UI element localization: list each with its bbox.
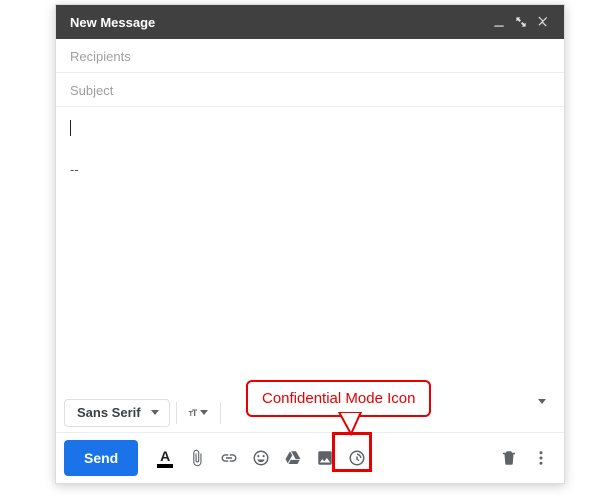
bottom-toolbar: Send A xyxy=(56,433,564,483)
link-icon xyxy=(220,449,238,467)
chevron-down-icon xyxy=(200,410,208,415)
window-title: New Message xyxy=(70,15,155,30)
message-body[interactable]: -- xyxy=(56,107,564,393)
trash-icon xyxy=(500,449,518,467)
image-icon xyxy=(316,449,334,467)
more-options-button[interactable] xyxy=(526,443,556,473)
minimize-icon xyxy=(492,15,506,29)
more-formatting-button[interactable] xyxy=(528,404,556,422)
close-button[interactable] xyxy=(532,11,554,33)
divider xyxy=(220,402,221,424)
text-color-icon: A xyxy=(157,449,173,468)
font-family-label: Sans Serif xyxy=(77,405,141,420)
text-color-button[interactable]: A xyxy=(150,443,180,473)
text-cursor xyxy=(70,120,71,136)
send-label: Send xyxy=(84,450,118,466)
insert-emoji-button[interactable] xyxy=(246,443,276,473)
drive-icon xyxy=(284,449,302,467)
chevron-down-icon xyxy=(151,410,159,415)
compose-window: New Message Recipients Subject -- Sans S… xyxy=(55,4,565,484)
titlebar: New Message xyxy=(56,5,564,39)
subject-field[interactable]: Subject xyxy=(56,73,564,107)
font-family-select[interactable]: Sans Serif xyxy=(64,399,170,427)
recipients-placeholder: Recipients xyxy=(70,49,131,64)
discard-draft-button[interactable] xyxy=(494,443,524,473)
subject-placeholder: Subject xyxy=(70,83,113,98)
close-icon xyxy=(536,15,550,29)
fullscreen-button[interactable] xyxy=(510,11,532,33)
insert-link-button[interactable] xyxy=(214,443,244,473)
divider xyxy=(176,402,177,424)
send-button[interactable]: Send xyxy=(64,440,138,476)
chevron-down-icon xyxy=(538,399,546,421)
expand-icon xyxy=(514,15,528,29)
insert-photo-button[interactable] xyxy=(310,443,340,473)
paperclip-icon xyxy=(188,449,206,467)
signature-divider: -- xyxy=(70,162,550,177)
attach-file-button[interactable] xyxy=(182,443,212,473)
confidential-mode-icon xyxy=(348,449,366,467)
formatting-toolbar: Sans Serif TT xyxy=(56,393,564,433)
font-size-button[interactable]: TT xyxy=(183,399,215,427)
font-size-icon: TT xyxy=(189,408,197,418)
recipients-field[interactable]: Recipients xyxy=(56,39,564,73)
confidential-mode-button[interactable] xyxy=(342,443,372,473)
more-vert-icon xyxy=(532,449,550,467)
insert-drive-button[interactable] xyxy=(278,443,308,473)
minimize-button[interactable] xyxy=(488,11,510,33)
emoji-icon xyxy=(252,449,270,467)
